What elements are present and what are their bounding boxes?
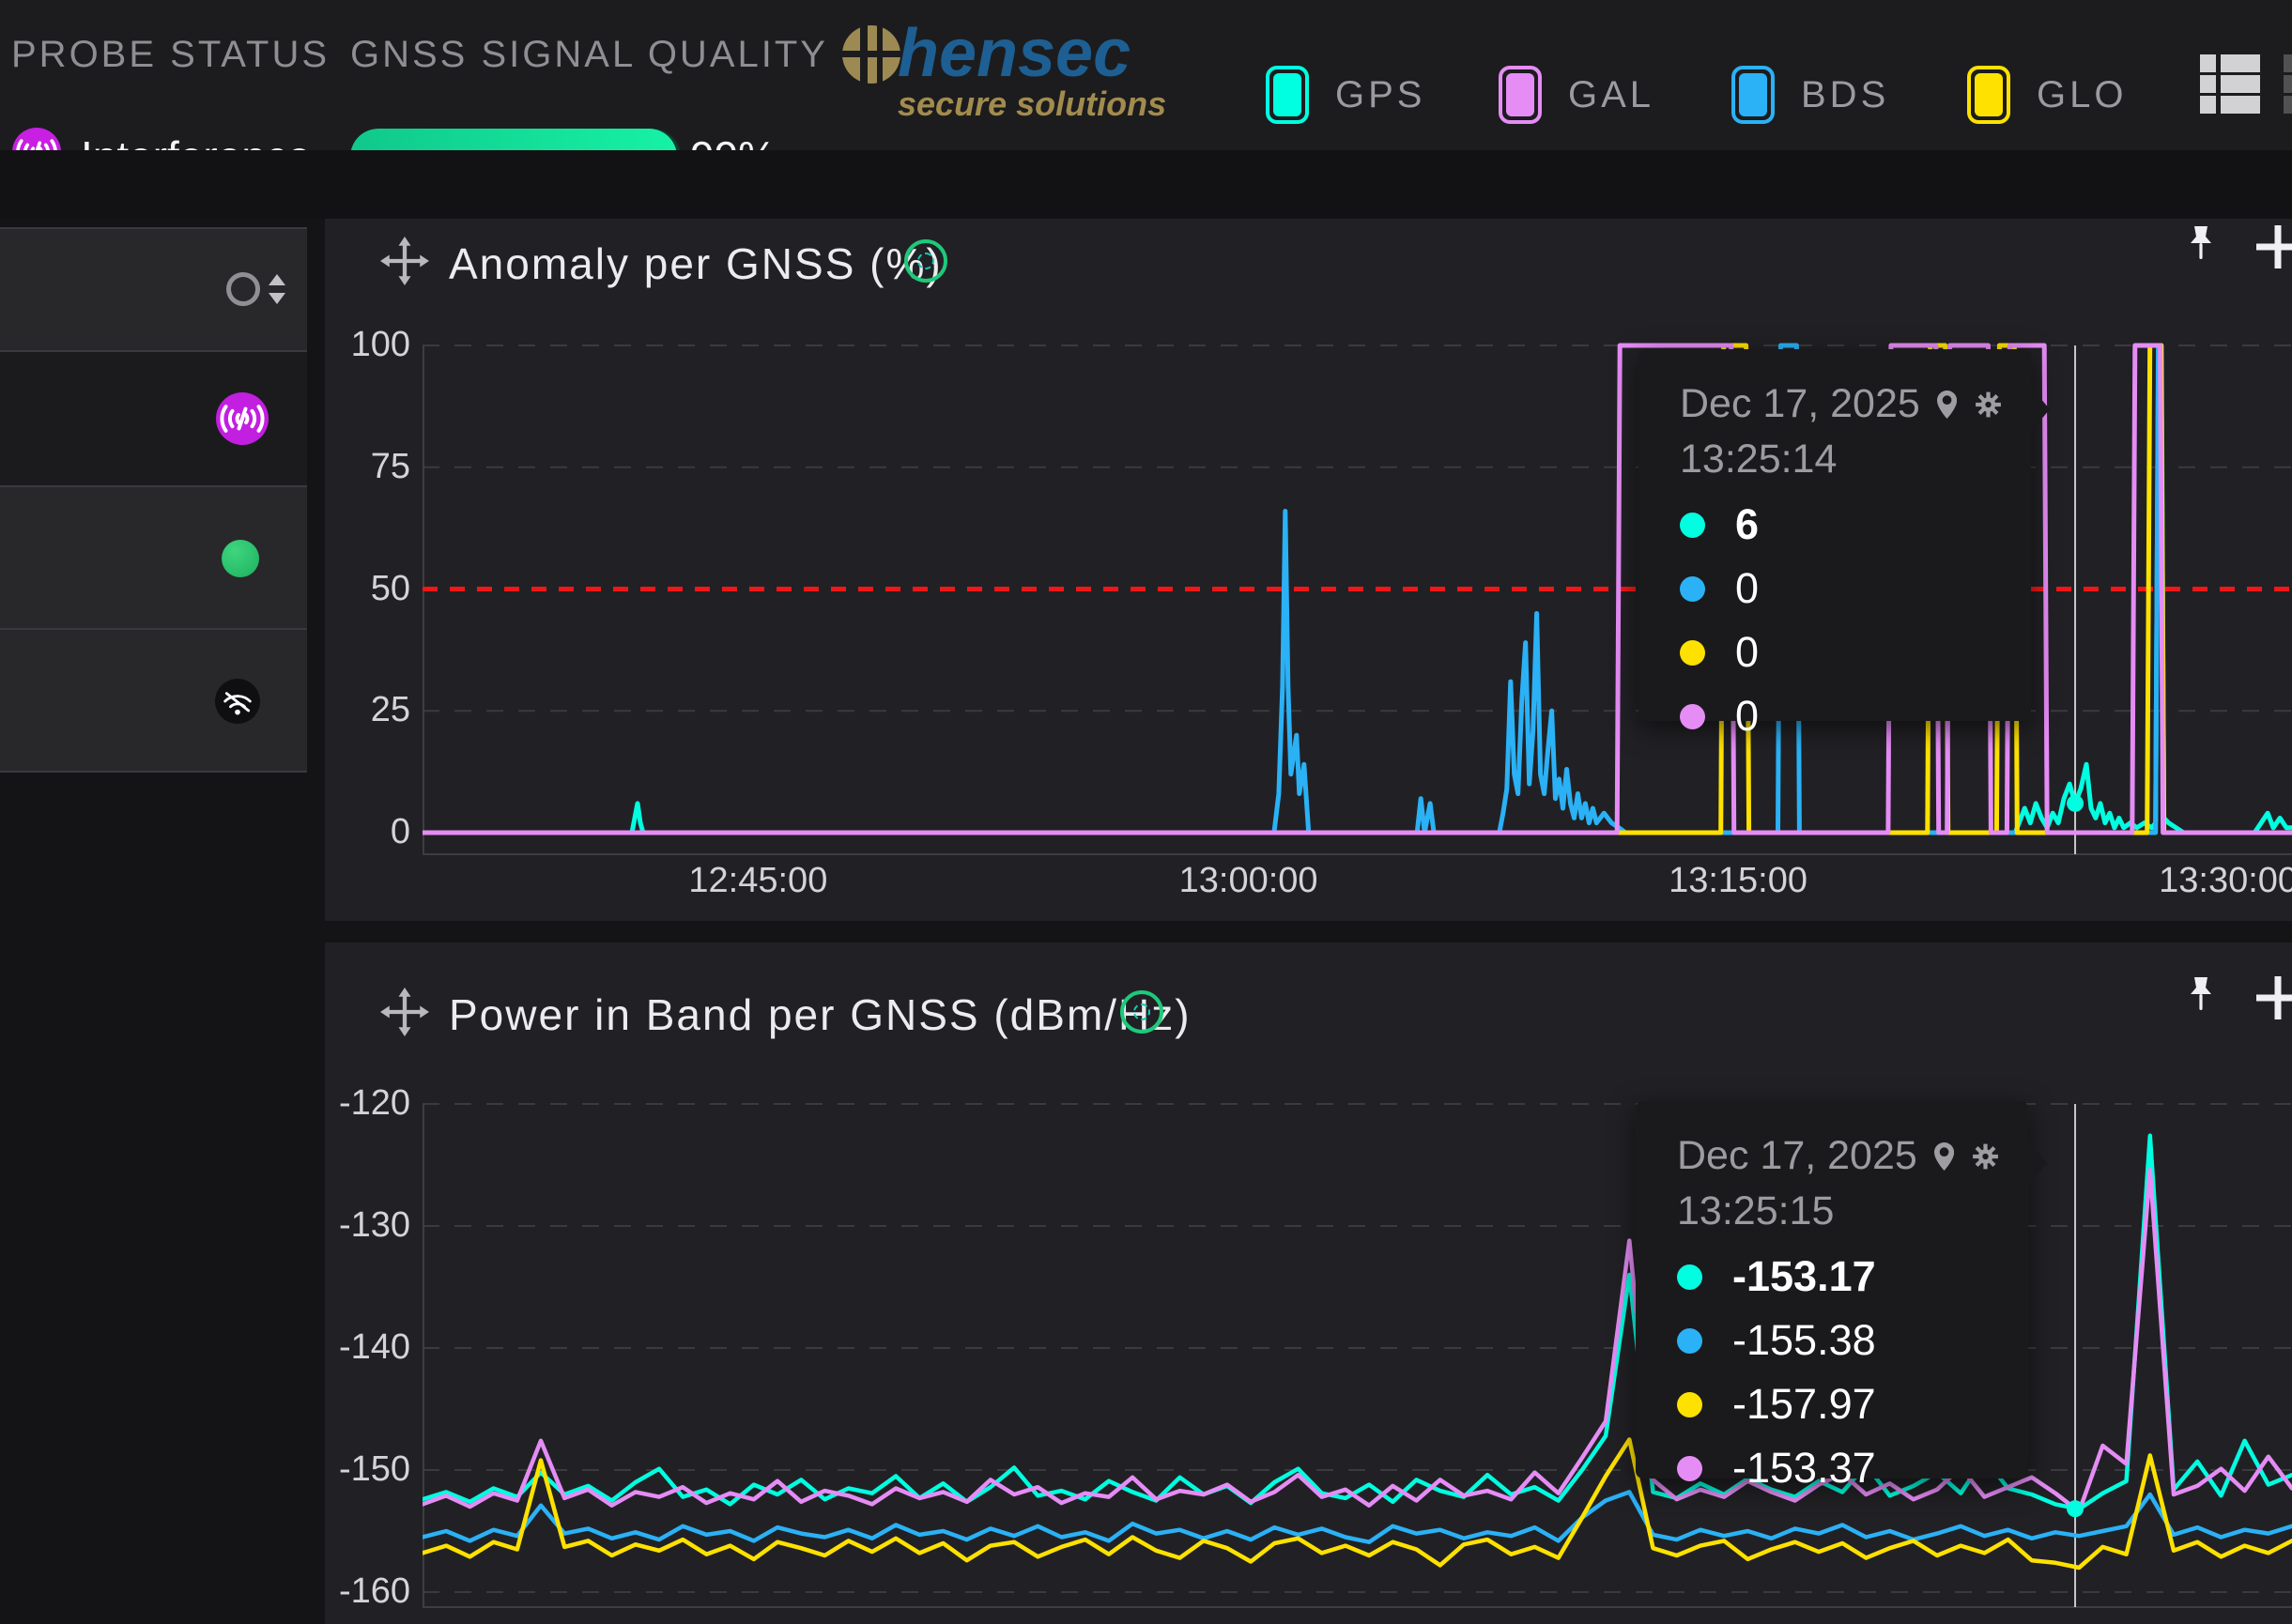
gps-dot-icon [1680, 513, 1705, 538]
bds-swatch [1731, 66, 1775, 124]
hensec-logo: hensec secure solutions [898, 15, 1166, 124]
tooltip-value-gps: -153.17 [1732, 1252, 1876, 1301]
gps-dot-icon [1677, 1264, 1702, 1290]
signal-quality-label: GNSS SIGNAL QUALITY [350, 34, 828, 76]
panel-title-power: Power in Band per GNSS (dBm/Hz) [449, 989, 1192, 1040]
glo-swatch [1967, 66, 2010, 124]
tooltip-time: 13:25:14 [1680, 437, 2031, 483]
tooltip-value-gal: 0 [1735, 692, 1759, 741]
y-axis-tick: 75 [298, 447, 410, 487]
legend-item-gps[interactable]: GPS [1266, 66, 1425, 124]
header-divider-band [0, 150, 2292, 219]
status-ok-icon [222, 540, 259, 577]
tooltip-arrow [2029, 385, 2050, 434]
tooltip-value-gal: -153.37 [1732, 1444, 1876, 1493]
sidebar-row-signal[interactable] [0, 628, 307, 773]
interference-icon[interactable] [216, 392, 269, 445]
y-axis-tick: -130 [298, 1205, 410, 1246]
logo-name: hensec [898, 15, 1166, 92]
legend-item-bds[interactable]: BDS [1731, 66, 1889, 124]
x-axis-tick: 13:30:00 [2134, 861, 2292, 901]
panel-title-anomaly: Anomaly per GNSS (%) [449, 238, 943, 289]
tooltip-value-bds: 0 [1735, 564, 1759, 613]
sidebar-row-status[interactable] [0, 485, 307, 628]
gnss-dashboard: PROBE STATUS Interference GNSS SIGNAL QU… [0, 0, 2292, 1624]
bds-dot-icon [1680, 576, 1705, 602]
tooltip-arrow [2026, 1139, 2047, 1187]
logo-tagline: secure solutions [898, 84, 1166, 124]
pin-panel-icon[interactable] [2178, 974, 2223, 1019]
y-axis-tick: -120 [298, 1083, 410, 1124]
location-pin-icon[interactable] [1934, 1138, 1954, 1175]
legend-label-glo: GLO [2037, 74, 2127, 116]
status-indicator-icon[interactable] [1120, 990, 1163, 1034]
gear-icon[interactable] [1971, 1136, 2000, 1177]
chart-tooltip-anomaly: Dec 17, 2025 13:25:14 6 0 0 0 [1638, 349, 2031, 721]
glo-dot-icon [1680, 640, 1705, 666]
y-axis-tick: -160 [298, 1571, 410, 1612]
hensec-logo-icon [841, 24, 901, 84]
tooltip-value-glo: -157.97 [1732, 1380, 1876, 1429]
app-header: PROBE STATUS Interference GNSS SIGNAL QU… [0, 0, 2292, 150]
y-axis-tick: -140 [298, 1327, 410, 1368]
chart-tooltip-power: Dec 17, 2025 13:25:15 -153.17 -155.38 -1… [1636, 1101, 2028, 1478]
layout-list-icon[interactable] [2200, 54, 2260, 116]
y-axis-tick: 50 [298, 569, 410, 609]
legend-label-gal: GAL [1568, 74, 1654, 116]
sidebar-row-interference[interactable] [0, 350, 307, 485]
x-axis-tick: 13:15:00 [1644, 861, 1832, 901]
satellite-off-icon[interactable] [215, 679, 260, 724]
status-indicator-icon[interactable] [904, 239, 947, 283]
add-panel-icon[interactable] [2256, 225, 2292, 268]
tooltip-value-gps: 6 [1735, 500, 1759, 549]
y-axis-tick: 0 [298, 812, 410, 852]
y-axis-tick: 25 [298, 690, 410, 730]
tooltip-value-glo: 0 [1735, 628, 1759, 677]
y-axis-tick: 100 [298, 325, 410, 365]
pin-panel-icon[interactable] [2178, 223, 2223, 268]
gal-dot-icon [1677, 1456, 1702, 1481]
sort-arrows-icon[interactable] [267, 272, 287, 306]
legend-item-gal[interactable]: GAL [1499, 66, 1654, 124]
gal-dot-icon [1680, 704, 1705, 729]
tooltip-value-bds: -155.38 [1732, 1316, 1876, 1365]
gal-swatch [1499, 66, 1542, 124]
tooltip-date: Dec 17, 2025 [1680, 381, 1920, 427]
add-panel-icon[interactable] [2256, 976, 2292, 1019]
probe-status-label: PROBE STATUS [11, 34, 330, 76]
sidebar-row-select[interactable] [0, 227, 307, 350]
x-axis-tick: 12:45:00 [664, 861, 852, 901]
gps-swatch [1266, 66, 1309, 124]
legend-item-glo[interactable]: GLO [1967, 66, 2127, 124]
move-panel-icon[interactable] [380, 237, 429, 285]
gear-icon[interactable] [1974, 384, 2003, 425]
move-panel-icon[interactable] [380, 988, 429, 1036]
tooltip-date: Dec 17, 2025 [1677, 1133, 1917, 1179]
y-axis-tick: -150 [298, 1449, 410, 1490]
bds-dot-icon [1677, 1328, 1702, 1354]
location-pin-icon[interactable] [1937, 386, 1957, 423]
legend-label-bds: BDS [1801, 74, 1889, 116]
circle-select-icon[interactable] [226, 272, 260, 306]
legend-label-gps: GPS [1335, 74, 1425, 116]
x-axis-tick: 13:00:00 [1155, 861, 1343, 901]
tooltip-time: 13:25:15 [1677, 1188, 2028, 1234]
glo-dot-icon [1677, 1392, 1702, 1417]
clipped-icon [2284, 54, 2292, 116]
